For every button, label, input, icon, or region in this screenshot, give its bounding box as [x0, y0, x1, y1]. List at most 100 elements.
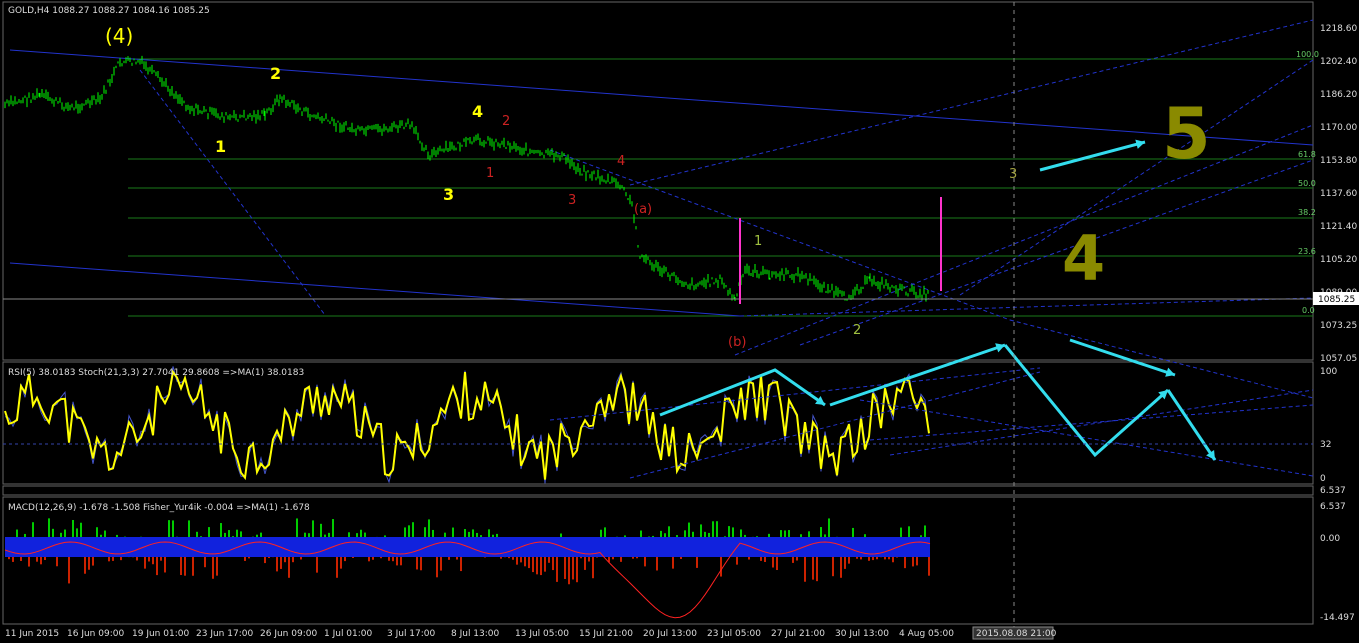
macd-bar [348, 532, 350, 537]
time-tick: 19 Jun 01:00 [132, 629, 189, 639]
macd-bar [96, 527, 98, 537]
macd-bar [888, 557, 890, 560]
macd-bar [432, 529, 434, 537]
macd-bar [500, 557, 502, 559]
macd-bar [804, 557, 806, 582]
rsi-tick: 0 [1320, 474, 1326, 484]
macd-bar [772, 557, 774, 568]
macd-bar [312, 520, 314, 537]
macd-bar [400, 557, 402, 566]
macd-bar [568, 557, 570, 585]
wave-label-g2: 2 [853, 323, 861, 338]
macd-bar [76, 528, 78, 537]
macd-bar [236, 529, 238, 537]
macd-bar [904, 557, 906, 569]
wave-label-g3: 3 [1009, 167, 1017, 182]
macd-bar [52, 528, 54, 537]
wave-label-y3: 3 [443, 185, 454, 204]
macd-bar [332, 519, 334, 537]
macd-bar [336, 557, 338, 578]
macd-bar [372, 557, 374, 560]
macd-bar [840, 557, 842, 578]
trend-line [139, 69, 326, 316]
macd-bar [676, 535, 678, 537]
macd-bar [524, 557, 526, 567]
macd-bar [8, 557, 10, 560]
macd-bar [92, 557, 94, 566]
macd-bar [392, 557, 394, 562]
fib-label-618: 61.8 [1298, 150, 1316, 159]
macd-bar [496, 533, 498, 537]
macd-bar [156, 557, 158, 576]
macd-bar [908, 526, 910, 537]
time-tick: 23 Jun 17:00 [196, 629, 253, 639]
macd-bar [664, 533, 666, 537]
time-tick: 15 Jul 21:00 [579, 629, 633, 639]
macd-bar [692, 531, 694, 537]
macd-bar [728, 526, 730, 537]
price-tick: 1105.20 [1320, 255, 1357, 265]
macd-bar [928, 557, 930, 576]
macd-bar [444, 532, 446, 537]
rsi-line [4, 369, 930, 481]
macd-bar [920, 535, 922, 537]
macd-bar [892, 557, 894, 563]
macd-bar [256, 534, 258, 537]
rsi-trend-line [889, 389, 1314, 456]
macd-bar [536, 557, 538, 575]
wave-label-r4: 4 [617, 154, 625, 169]
macd-bar [808, 531, 810, 537]
macd-bar [540, 557, 542, 576]
macd-bar [80, 522, 82, 537]
macd-bar [24, 533, 26, 537]
macd-bar [656, 557, 658, 571]
macd-bar [116, 534, 118, 537]
macd-bar [192, 557, 194, 576]
fib-label-100: 100.0 [1296, 50, 1319, 59]
macd-bar [644, 557, 646, 567]
forecast-arrow [829, 343, 1006, 407]
macd-bar [316, 557, 318, 573]
macd-bar [56, 557, 58, 567]
wave-label-r1: 1 [486, 166, 494, 181]
wave-label-r2: 2 [502, 114, 510, 129]
price-axis: 1218.60 1202.40 1186.20 1170.00 1153.80 … [1320, 24, 1357, 364]
macd-bar [364, 532, 366, 537]
price-candles [4, 55, 929, 302]
macd-bar [68, 557, 70, 584]
macd-bar [280, 557, 282, 569]
macd-bar [812, 557, 814, 580]
macd-header: MACD(12,26,9) -1.678 -1.508 Fisher_Yur4i… [8, 503, 310, 513]
macd-bar [468, 531, 470, 537]
macd-bar [160, 557, 162, 561]
macd-bar [224, 532, 226, 537]
macd-bar [396, 557, 398, 566]
macd-bar [788, 530, 790, 537]
main-pane-frame [2, 1, 1314, 361]
macd-bar [352, 557, 354, 558]
macd-bar [744, 534, 746, 537]
macd-bar [152, 557, 154, 565]
macd-bar [264, 557, 266, 564]
macd-bar [172, 520, 174, 537]
macd-bar [636, 557, 638, 559]
macd-bar [464, 529, 466, 537]
chart-canvas[interactable]: 5 4 (4) 2 1 3 4 2 1 3 4 (a) (b) 1 2 3 GO… [0, 0, 1359, 643]
forecast-arrow [1166, 389, 1217, 461]
macd-bar [768, 533, 770, 537]
macd-bar [144, 557, 146, 569]
mini-pane-frame [2, 485, 1314, 496]
wave-label-g1: 1 [754, 234, 762, 249]
macd-bar [864, 534, 866, 537]
macd-bar [84, 557, 86, 574]
macd-bar [12, 557, 14, 562]
macd-bar [380, 557, 382, 559]
macd-bar [896, 557, 898, 558]
macd-bar [604, 527, 606, 537]
macd-bar [760, 557, 762, 561]
cursor-time-label: 2015.08.08 21:00 [976, 629, 1057, 639]
price-tick: 1170.00 [1320, 123, 1357, 133]
macd-bar [136, 557, 138, 561]
fib-label-236: 23.6 [1298, 247, 1316, 256]
macd-bar [696, 557, 698, 568]
